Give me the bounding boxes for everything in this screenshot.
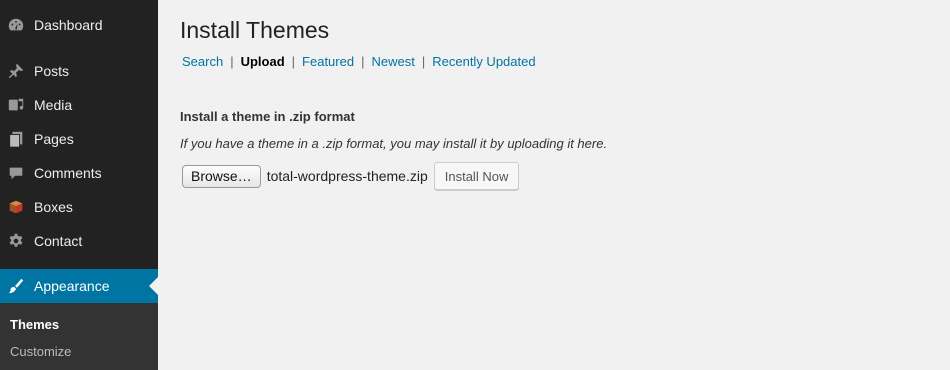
sidebar-item-boxes[interactable]: Boxes bbox=[0, 190, 158, 224]
upload-form: Browse… total-wordpress-theme.zip Instal… bbox=[182, 162, 520, 190]
dashboard-icon bbox=[6, 15, 26, 35]
sidebar-item-label: Pages bbox=[34, 131, 74, 147]
upload-heading: Install a theme in .zip format bbox=[180, 109, 355, 124]
sidebar-item-comments[interactable]: Comments bbox=[0, 156, 158, 190]
sidebar-item-pages[interactable]: Pages bbox=[0, 122, 158, 156]
page-title: Install Themes bbox=[180, 17, 330, 43]
sidebar-item-posts[interactable]: Posts bbox=[0, 54, 158, 88]
gear-icon bbox=[6, 231, 26, 251]
sidebar-item-label: Comments bbox=[34, 165, 102, 181]
media-icon bbox=[6, 95, 26, 115]
pages-icon bbox=[6, 129, 26, 149]
pin-icon bbox=[6, 61, 26, 81]
filter-newest-link[interactable]: Newest bbox=[371, 54, 414, 69]
submenu-item-customize[interactable]: Customize bbox=[10, 344, 71, 359]
separator: | bbox=[361, 54, 365, 69]
sidebar-item-label: Boxes bbox=[34, 199, 73, 215]
selected-filename: total-wordpress-theme.zip bbox=[266, 168, 428, 184]
sidebar-item-label: Posts bbox=[34, 63, 70, 79]
filter-featured-link[interactable]: Featured bbox=[302, 54, 354, 69]
appearance-submenu: Themes Customize bbox=[0, 303, 158, 370]
upload-hint: If you have a theme in a .zip format, yo… bbox=[180, 136, 608, 151]
browse-button[interactable]: Browse… bbox=[182, 164, 261, 188]
filter-recently-updated-link[interactable]: Recently Updated bbox=[432, 54, 535, 69]
separator: | bbox=[421, 54, 426, 69]
separator: | bbox=[230, 54, 234, 69]
brush-icon bbox=[6, 276, 26, 296]
box-icon bbox=[6, 197, 26, 217]
filter-links: Search | Upload | Featured | Newest | Re… bbox=[182, 54, 536, 69]
sidebar-item-label: Dashboard bbox=[34, 17, 103, 33]
install-now-button[interactable]: Install Now bbox=[433, 162, 520, 190]
admin-sidebar: Dashboard Posts Media Pages Comments Box… bbox=[0, 0, 158, 370]
separator: | bbox=[291, 54, 296, 69]
sidebar-item-appearance[interactable]: Appearance bbox=[0, 269, 158, 303]
sidebar-item-media[interactable]: Media bbox=[0, 88, 158, 122]
submenu-item-themes[interactable]: Themes bbox=[10, 317, 59, 332]
filter-upload-current: Upload bbox=[240, 54, 285, 69]
comment-icon bbox=[6, 163, 26, 183]
sidebar-item-label: Contact bbox=[34, 233, 83, 249]
sidebar-item-dashboard[interactable]: Dashboard bbox=[0, 8, 158, 42]
sidebar-item-label: Media bbox=[34, 97, 73, 113]
sidebar-item-label: Appearance bbox=[34, 278, 110, 294]
filter-search-link[interactable]: Search bbox=[182, 54, 223, 69]
sidebar-item-contact[interactable]: Contact bbox=[0, 224, 158, 258]
